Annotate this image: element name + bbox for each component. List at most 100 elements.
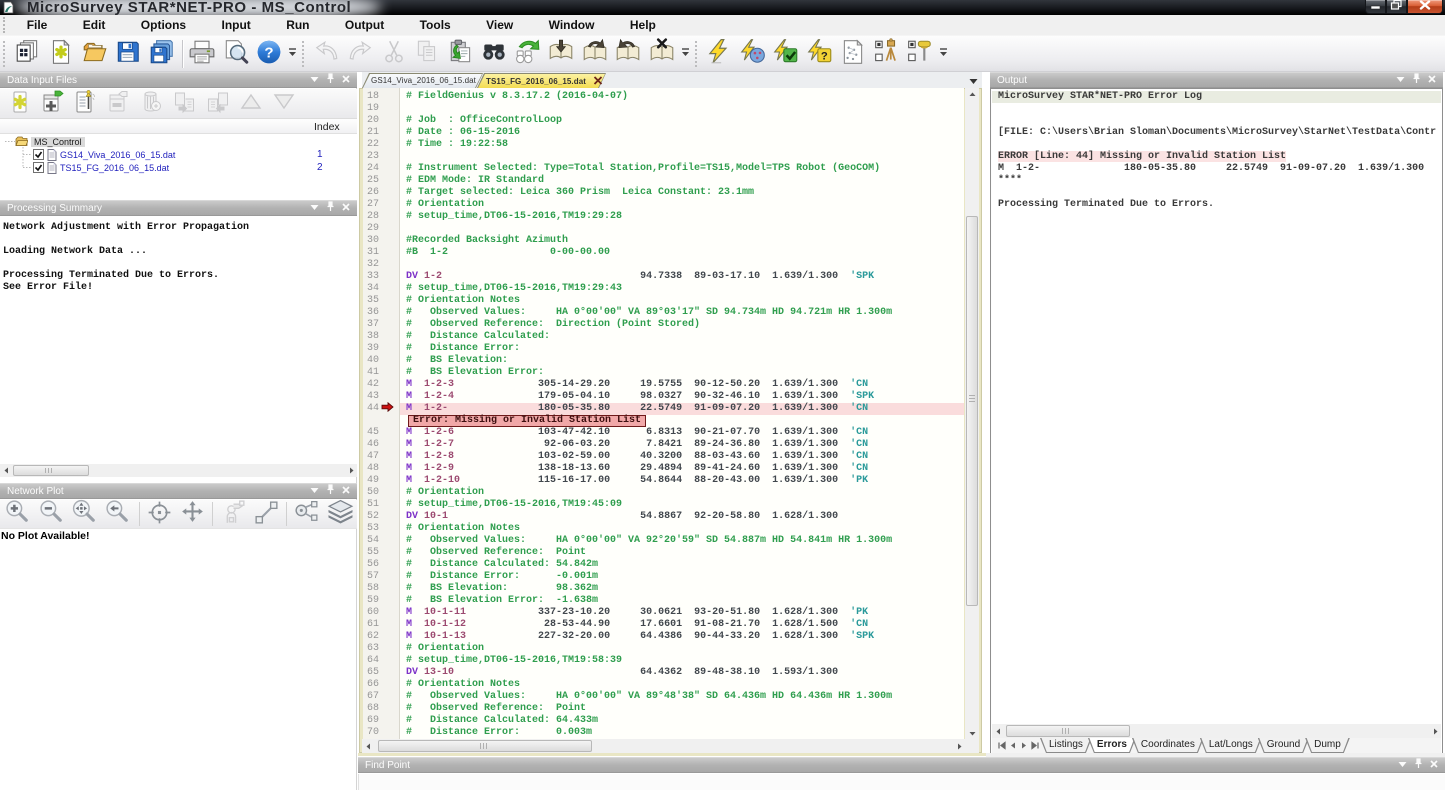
menu-run[interactable]: Run bbox=[269, 15, 328, 35]
menu-options[interactable]: Options bbox=[123, 15, 204, 35]
cut-button[interactable] bbox=[377, 38, 411, 70]
np-zoom-back-button[interactable] bbox=[102, 500, 135, 528]
panel-pin-button[interactable] bbox=[1412, 73, 1421, 87]
output-tab-errors[interactable]: Errors bbox=[1088, 738, 1136, 753]
menu-help[interactable]: Help bbox=[612, 15, 673, 35]
np-line-button[interactable] bbox=[250, 500, 283, 528]
close-button[interactable] bbox=[1407, 0, 1443, 14]
run-check-button[interactable] bbox=[770, 38, 804, 70]
nav-last-button[interactable] bbox=[1029, 738, 1040, 753]
editor-vscrollbar[interactable] bbox=[965, 88, 979, 739]
menu-tools[interactable]: Tools bbox=[402, 15, 468, 35]
menu-view[interactable]: View bbox=[468, 15, 531, 35]
scroll-down-button[interactable] bbox=[965, 727, 979, 739]
book-x-button[interactable] bbox=[645, 38, 679, 70]
help-button[interactable]: ? bbox=[253, 38, 287, 70]
restore-button[interactable] bbox=[1386, 0, 1407, 14]
np-inverse-button[interactable] bbox=[216, 500, 249, 528]
new-file-button[interactable] bbox=[45, 38, 79, 70]
panel-pin-button[interactable] bbox=[326, 201, 335, 215]
menu-window[interactable]: Window bbox=[531, 15, 612, 35]
new-project-button[interactable] bbox=[11, 38, 45, 70]
nav-first-button[interactable] bbox=[996, 738, 1007, 753]
dif-delete-button[interactable] bbox=[135, 90, 168, 118]
plot-page-button[interactable] bbox=[837, 38, 871, 70]
np-traverse-button[interactable] bbox=[290, 500, 323, 528]
run-question-button[interactable]: ? bbox=[803, 38, 837, 70]
output-content[interactable]: MicroSurvey STAR*NET-PRO Error Log[FILE:… bbox=[992, 90, 1441, 724]
processing-summary-hscrollbar[interactable] bbox=[0, 464, 357, 477]
output-tab-ground[interactable]: Ground bbox=[1258, 738, 1309, 753]
dif-add-button[interactable] bbox=[36, 90, 69, 118]
checkbox-icon[interactable] bbox=[33, 149, 44, 160]
instrument-button[interactable] bbox=[870, 38, 904, 70]
dif-remove-button[interactable] bbox=[102, 90, 135, 118]
find-button[interactable] bbox=[478, 38, 512, 70]
open-folder-button[interactable] bbox=[78, 38, 112, 70]
checkbox-icon[interactable] bbox=[33, 162, 44, 173]
scroll-right-button[interactable] bbox=[1429, 724, 1441, 738]
nav-next-button[interactable] bbox=[1018, 738, 1029, 753]
toolbar-overflow-button[interactable] bbox=[679, 38, 692, 70]
print-button[interactable] bbox=[186, 38, 220, 70]
scroll-right-button[interactable] bbox=[953, 739, 965, 753]
panel-menu-button[interactable] bbox=[1397, 759, 1408, 772]
dif-new-button[interactable] bbox=[3, 90, 36, 118]
paste-button[interactable] bbox=[444, 38, 478, 70]
dif-edit-button[interactable] bbox=[69, 90, 102, 118]
panel-close-button[interactable] bbox=[341, 74, 351, 87]
toolbar-grip[interactable] bbox=[695, 41, 701, 67]
panel-close-button[interactable] bbox=[341, 485, 351, 498]
dif-up-button[interactable] bbox=[234, 90, 267, 118]
print-preview-button[interactable] bbox=[219, 38, 253, 70]
scroll-left-button[interactable] bbox=[0, 464, 12, 477]
np-zoom-ext-button[interactable] bbox=[69, 500, 102, 528]
panel-pin-button[interactable] bbox=[326, 73, 335, 87]
menu-input[interactable]: Input bbox=[204, 15, 269, 35]
scroll-thumb[interactable] bbox=[966, 216, 978, 606]
editor-tab-active[interactable]: TS15_FG_2016_06_15.dat bbox=[477, 73, 606, 88]
menu-edit[interactable]: Edit bbox=[65, 15, 123, 35]
editor-hscrollbar[interactable] bbox=[362, 739, 965, 753]
output-tab-coordinates[interactable]: Coordinates bbox=[1132, 738, 1204, 753]
np-center-button[interactable] bbox=[143, 500, 176, 528]
scroll-left-button[interactable] bbox=[992, 724, 1004, 738]
minimize-button[interactable] bbox=[1365, 0, 1386, 14]
save-button[interactable] bbox=[112, 38, 146, 70]
output-tab-dump[interactable]: Dump bbox=[1305, 738, 1350, 753]
np-zoom-in-button[interactable] bbox=[2, 500, 35, 528]
dif-down-button[interactable] bbox=[267, 90, 300, 118]
menu-output[interactable]: Output bbox=[327, 15, 402, 35]
dif-export-button[interactable] bbox=[168, 90, 201, 118]
find-next-button[interactable] bbox=[511, 38, 545, 70]
scroll-up-button[interactable] bbox=[965, 88, 979, 100]
book-down-button[interactable] bbox=[545, 38, 579, 70]
run-button[interactable] bbox=[703, 38, 737, 70]
output-tab-latlongs[interactable]: Lat/Longs bbox=[1200, 738, 1262, 753]
scroll-right-button[interactable] bbox=[345, 464, 357, 477]
dif-import-button[interactable] bbox=[201, 90, 234, 118]
panel-menu-button[interactable] bbox=[309, 74, 320, 87]
panel-menu-button[interactable] bbox=[309, 485, 320, 498]
output-hscrollbar[interactable] bbox=[992, 724, 1441, 738]
toolbar-overflow-button[interactable] bbox=[286, 38, 299, 70]
np-pan-button[interactable] bbox=[176, 500, 209, 528]
menu-file[interactable]: File bbox=[9, 15, 65, 35]
toolbar-grip[interactable] bbox=[3, 41, 9, 67]
redo-button[interactable] bbox=[344, 38, 378, 70]
book-redo-button[interactable] bbox=[578, 38, 612, 70]
gps-button[interactable] bbox=[904, 38, 938, 70]
panel-pin-button[interactable] bbox=[326, 484, 335, 498]
panel-close-button[interactable] bbox=[1429, 759, 1439, 772]
copy-button[interactable] bbox=[411, 38, 445, 70]
toolbar-overflow-button[interactable] bbox=[937, 38, 950, 70]
panel-menu-button[interactable] bbox=[1395, 74, 1406, 87]
undo-button[interactable] bbox=[310, 38, 344, 70]
tab-list-button[interactable] bbox=[969, 76, 978, 88]
scroll-left-button[interactable] bbox=[362, 739, 374, 753]
editor-tab[interactable]: GS14_Viva_2016_06_15.dat bbox=[362, 73, 483, 88]
np-layers-button[interactable] bbox=[324, 500, 357, 528]
run-globe-button[interactable] bbox=[736, 38, 770, 70]
tab-close-icon[interactable] bbox=[593, 76, 603, 87]
panel-close-button[interactable] bbox=[1427, 74, 1437, 87]
